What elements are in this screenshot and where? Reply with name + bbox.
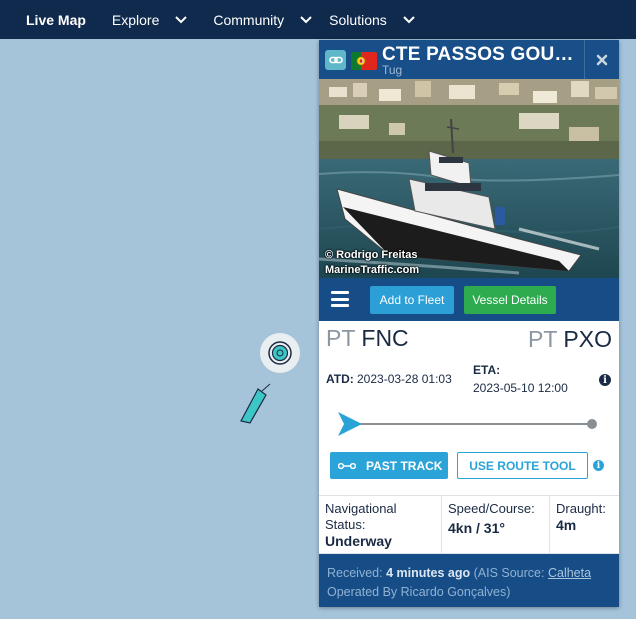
chevron-down-icon <box>175 15 188 25</box>
vessel-panel: CTE PASSOS GOUVEIA Tug © Rodrigo Freitas… <box>319 40 619 607</box>
ais-source-prefix: (AIS Source: <box>473 566 545 580</box>
link-icon[interactable] <box>325 50 346 70</box>
navigational-status: Navigational Status: Underway <box>319 496 442 553</box>
destination-country-code: PT <box>528 326 558 352</box>
photo-credit-site: MarineTraffic.com <box>325 264 420 276</box>
draught-label: Draught: <box>556 501 606 516</box>
vessel-photo[interactable]: © Rodrigo Freitas MarineTraffic.com <box>319 79 619 278</box>
photo-credit-author: © Rodrigo Freitas <box>325 249 418 261</box>
draught-value: 4m <box>556 517 577 533</box>
info-icon[interactable]: i <box>599 374 611 386</box>
menu-icon[interactable] <box>331 291 349 307</box>
vessel-marker[interactable] <box>238 383 274 427</box>
operated-by: Operated By Ricardo Gonçalves) <box>327 585 511 599</box>
info-icon[interactable]: i <box>593 460 604 471</box>
nav-community[interactable]: Community <box>213 0 312 39</box>
draught: Draught: 4m <box>550 496 619 553</box>
top-navigation: Live Map Explore Community Solutions <box>0 0 636 39</box>
destination-port-code: PXO <box>563 326 612 352</box>
use-route-tool-button[interactable]: USE ROUTE TOOL <box>457 452 588 479</box>
chevron-down-icon <box>403 15 415 25</box>
eta-label: ETA: <box>473 363 501 377</box>
vessel-name: CTE PASSOS GOUVEIA <box>382 44 578 65</box>
vessel-panel-header: CTE PASSOS GOUVEIA Tug <box>319 40 619 79</box>
nav-live-map[interactable]: Live Map <box>26 0 86 39</box>
speed-course-label: Speed/Course: <box>448 501 535 516</box>
flag-portugal-icon <box>351 52 377 70</box>
navigational-status-value: Underway <box>325 533 392 549</box>
departure-port[interactable]: PT FNC <box>326 325 409 352</box>
ais-source-link[interactable]: Calheta <box>548 566 591 580</box>
eta-value: 2023-05-10 12:00 <box>473 381 568 395</box>
vessel-stats: Navigational Status: Underway Speed/Cour… <box>319 495 619 554</box>
vessel-type: Tug <box>382 63 403 77</box>
nav-explore[interactable]: Explore <box>111 0 188 39</box>
add-to-fleet-button[interactable]: Add to Fleet <box>370 286 454 314</box>
vessel-details-button[interactable]: Vessel Details <box>464 286 556 314</box>
received-label: Received: <box>327 566 383 580</box>
past-track-label: PAST TRACK <box>366 458 443 473</box>
destination-dot <box>587 419 597 429</box>
departure-country-code: PT <box>326 325 356 351</box>
nav-solutions-label: Solutions <box>329 11 387 28</box>
target-icon <box>268 341 292 365</box>
vessel-arrow-icon <box>240 383 271 424</box>
received-value: 4 minutes ago <box>386 566 471 580</box>
nav-explore-label: Explore <box>111 11 160 28</box>
vessel-position-arrow-icon <box>338 412 362 436</box>
vessel-action-bar: Add to Fleet Vessel Details <box>319 278 619 321</box>
close-icon <box>596 54 608 65</box>
photo-credit: © Rodrigo Freitas MarineTraffic.com <box>325 248 419 278</box>
speed-course: Speed/Course: 4kn / 31° <box>442 496 550 553</box>
selected-vessel-marker[interactable] <box>260 333 300 373</box>
destination-port[interactable]: PT PXO <box>528 326 612 353</box>
voyage-progress <box>338 410 597 440</box>
close-button[interactable] <box>585 40 619 79</box>
past-track-button[interactable]: PAST TRACK <box>330 452 448 479</box>
nav-solutions[interactable]: Solutions <box>329 0 415 39</box>
speed-course-value: 4kn / 31° <box>448 520 505 536</box>
navigational-status-label: Navigational Status: <box>325 501 397 532</box>
departure-port-code: FNC <box>361 325 409 351</box>
chevron-down-icon <box>300 15 312 25</box>
progress-track <box>348 423 592 425</box>
position-received-footer: Received: 4 minutes ago (AIS Source: Cal… <box>319 554 619 607</box>
voyage-ports: PT FNC PT PXO <box>319 321 619 361</box>
track-icon <box>338 461 356 471</box>
nav-community-label: Community <box>213 11 285 28</box>
atd-label: ATD: <box>326 372 354 386</box>
atd-value: 2023-03-28 01:03 <box>357 372 452 386</box>
